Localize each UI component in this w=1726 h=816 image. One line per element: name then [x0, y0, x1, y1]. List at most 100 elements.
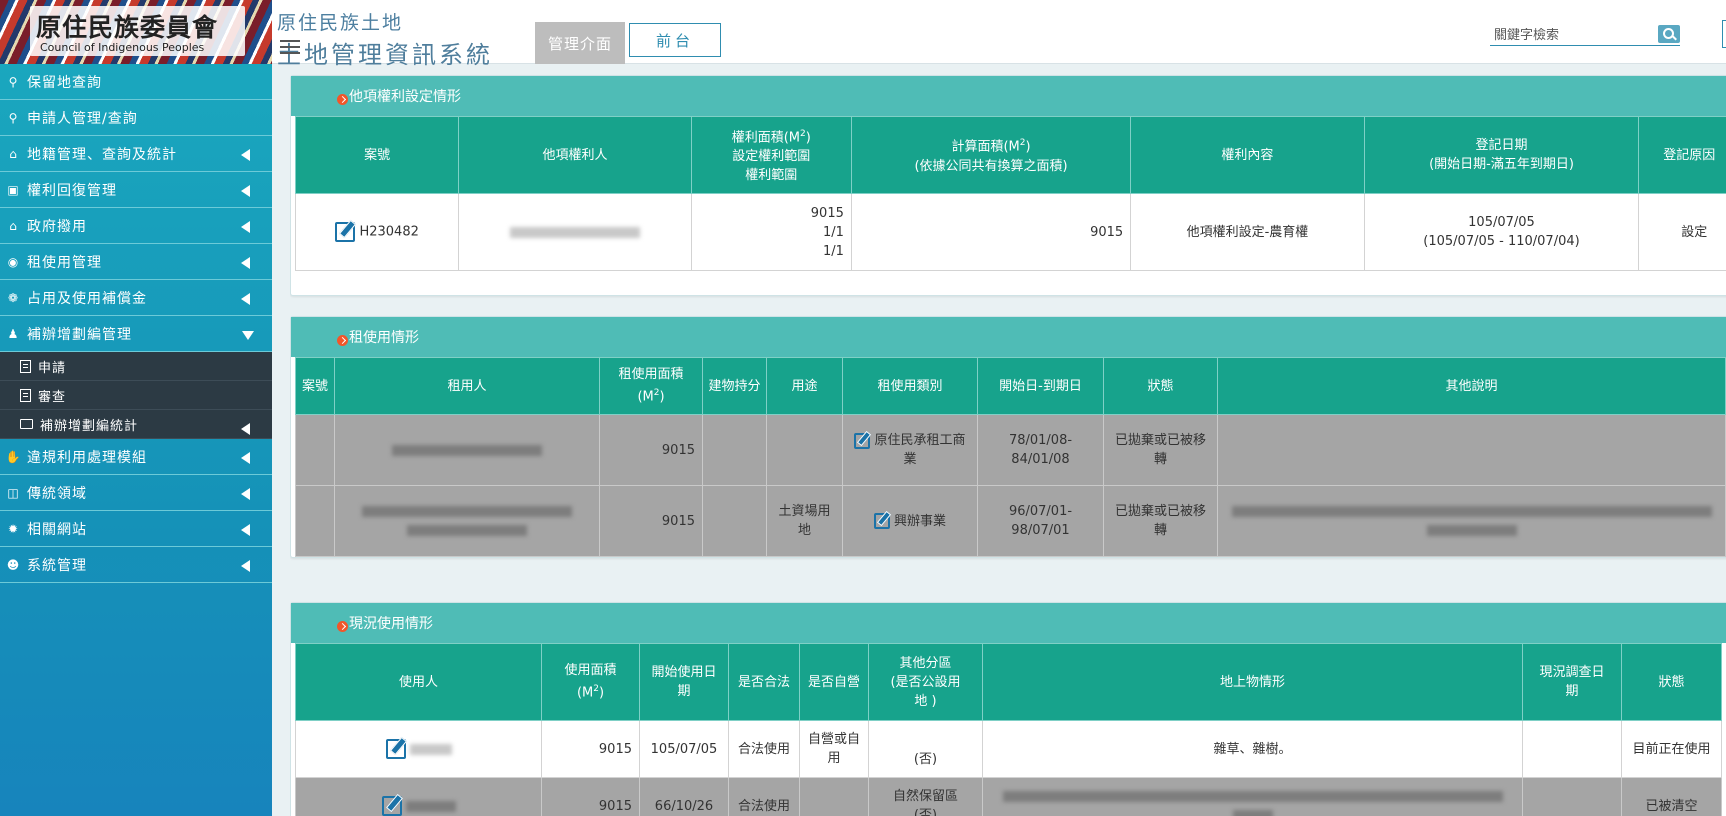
- chevron-left-icon: [241, 423, 250, 435]
- arrow-circle-icon: [337, 335, 348, 346]
- building-share-cell: [702, 414, 767, 486]
- status-cell: 目前正在使用: [1621, 720, 1722, 778]
- search-icon: ⚲: [8, 74, 19, 89]
- column-header: 案號: [294, 116, 460, 194]
- sidebar-item-label: 補辦增劃編管理: [27, 326, 132, 343]
- legal-cell: 合法使用: [728, 777, 800, 816]
- system-title-line1: 原住民族土地: [277, 12, 404, 34]
- top-header: 原住民族委員會 Council of Indigenous Peoples 原住…: [0, 0, 1726, 69]
- search-input[interactable]: [1490, 28, 1650, 43]
- sidebar-item-label: 租使用管理: [27, 254, 102, 271]
- sidebar-item-lease-management[interactable]: ◉ 租使用管理: [0, 244, 272, 280]
- edit-icon[interactable]: [873, 513, 890, 529]
- hamburger-menu-icon[interactable]: [280, 40, 300, 56]
- chevron-down-icon: [242, 331, 254, 340]
- column-header: 用途: [766, 357, 843, 415]
- home-icon: ⌂: [9, 218, 18, 233]
- case-number-cell: [295, 485, 335, 557]
- column-header: 使用面積 (M2): [541, 643, 640, 721]
- redacted-text: [1002, 791, 1503, 802]
- self-operated-cell: 自營或自用: [799, 720, 869, 778]
- column-header: 登記原因: [1638, 116, 1726, 194]
- note-cell: [1217, 485, 1726, 557]
- column-header: 建物持分: [702, 357, 767, 415]
- table-row: 9015 105/07/05 合法使用 自營或自用 (否) 雜草、雜樹。 目前正…: [295, 720, 1722, 778]
- table-row: 9015 土資場用地 興辦事業 96/07/01- 98/07/01 已拋棄或已被…: [295, 485, 1726, 557]
- cube-icon: ◉: [7, 254, 20, 269]
- lease-category-cell: 興辦事業: [842, 485, 978, 557]
- sidebar-item-violation-handling[interactable]: ✋ 違規利用處理模組: [0, 439, 272, 475]
- sidebar-item-label: 政府撥用: [27, 218, 87, 235]
- lease-category-cell: 原住民承租工商業: [842, 414, 978, 486]
- column-header: 案號: [295, 357, 335, 415]
- search-icon: ⚲: [8, 110, 19, 125]
- sidebar-item-system-management[interactable]: ☻ 系統管理: [0, 547, 272, 583]
- main-content: 他項權利設定情形 案號 他項權利人 權利面積(M2) 設定權利範圍 權利範圍 計算面…: [290, 64, 1726, 816]
- redacted-text: [1426, 525, 1517, 536]
- survey-date-cell: [1522, 720, 1622, 778]
- table-row: 9015 66/10/26 合法使用 自然保留區 (否) 已被清空: [295, 777, 1722, 816]
- note-cell: [1217, 414, 1726, 486]
- arrow-circle-icon: [337, 621, 348, 632]
- column-header: 現況調查日期: [1522, 643, 1622, 721]
- search-icon[interactable]: [1658, 25, 1680, 43]
- column-header: 計算面積(M2) (依據公同共有換算之面積): [850, 116, 1132, 194]
- sidebar-item-government-allocation[interactable]: ⌂ 政府撥用: [0, 208, 272, 244]
- column-header: 開始使用日期: [639, 643, 729, 721]
- edit-icon[interactable]: [854, 432, 871, 449]
- status-cell: 已拋棄或已被移轉: [1103, 485, 1218, 557]
- council-logo[interactable]: 原住民族委員會 Council of Indigenous Peoples: [0, 0, 272, 64]
- chevron-left-icon: [241, 185, 250, 197]
- column-header: 是否自營: [799, 643, 869, 721]
- area-cell: 9015: [541, 777, 640, 816]
- start-date-cell: 105/07/05: [639, 720, 729, 778]
- chevron-left-icon: [241, 452, 250, 464]
- period-cell: 96/07/01- 98/07/01: [977, 485, 1104, 557]
- redacted-text: [392, 444, 542, 456]
- sidebar-item-cadastral-management[interactable]: ⌂ 地籍管理、查詢及統計: [0, 136, 272, 172]
- person-icon: ♟: [7, 326, 20, 341]
- paw-icon: ❁: [7, 290, 20, 305]
- sidebar-item-rights-restoration[interactable]: ▣ 權利回復管理: [0, 172, 272, 208]
- edit-icon[interactable]: [381, 796, 402, 816]
- header-edge-button[interactable]: [1722, 20, 1726, 48]
- home-icon: ⌂: [9, 146, 18, 161]
- case-number-cell: [295, 414, 335, 486]
- sidebar-subitem-statistics[interactable]: 補辦增劃編統計: [0, 410, 272, 439]
- period-cell: 78/01/08- 84/01/08: [977, 414, 1104, 486]
- chevron-left-icon: [241, 488, 250, 500]
- lease-panel: 租使用情形 案號 租用人 租使用面積 (M2) 建物持分 用途 租使用類別 開始日…: [290, 316, 1726, 558]
- sidebar-item-applicant-management[interactable]: ⚲ 申請人管理/查詢: [0, 100, 272, 136]
- rights-table: 案號 他項權利人 權利面積(M2) 設定權利範圍 權利範圍 計算面積(M2) (依據公…: [294, 116, 1726, 271]
- edit-icon[interactable]: [335, 222, 356, 242]
- legal-cell: 合法使用: [728, 720, 800, 778]
- arrow-circle-icon: [337, 94, 348, 105]
- chevron-left-icon: [241, 293, 250, 305]
- case-number-cell: H230482: [294, 193, 460, 271]
- map-icon: ◫: [7, 485, 20, 500]
- column-header: 權利面積(M2) 設定權利範圍 權利範圍: [690, 116, 852, 194]
- sidebar-item-reserved-land-query[interactable]: ⚲ 保留地查詢: [0, 64, 272, 100]
- rights-holder-cell: [458, 193, 692, 271]
- area-cell: 9015: [599, 485, 703, 557]
- sidebar-item-related-websites[interactable]: ✹ 相關網站: [0, 511, 272, 547]
- redacted-text: [409, 743, 452, 755]
- tab-admin-interface[interactable]: 管理介面: [535, 22, 625, 64]
- sidebar-item-occupation-compensation[interactable]: ❁ 占用及使用補償金: [0, 280, 272, 316]
- sidebar-item-supplementary-zoning[interactable]: ♟ 補辦增劃編管理: [0, 316, 272, 352]
- logo-chinese-name: 原住民族委員會: [36, 13, 219, 42]
- chevron-left-icon: [241, 560, 250, 572]
- sidebar-subitem-review[interactable]: 審查: [0, 381, 272, 410]
- sidebar-item-traditional-territory[interactable]: ◫ 傳統領域: [0, 475, 272, 511]
- tab-front-stage[interactable]: 前台: [629, 23, 721, 57]
- chevron-left-icon: [241, 257, 250, 269]
- sidebar-submenu: 申請 審查 補辦增劃編統計: [0, 352, 272, 439]
- keyword-search: [1490, 24, 1680, 46]
- edit-icon[interactable]: [385, 739, 406, 759]
- purpose-cell: 土資場用地: [766, 485, 843, 557]
- sidebar-subitem-apply[interactable]: 申請: [0, 352, 272, 381]
- zone-cell: (否): [868, 720, 983, 778]
- sidebar-item-label: 保留地查詢: [27, 74, 102, 91]
- column-header: 狀態: [1103, 357, 1218, 415]
- column-header: 租使用類別: [842, 357, 978, 415]
